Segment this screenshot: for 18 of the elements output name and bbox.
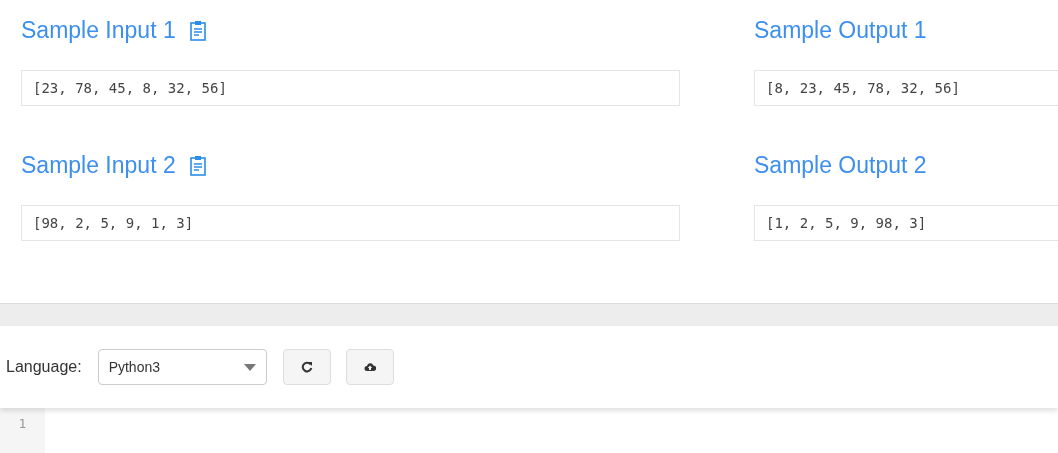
section-heading: Sample Input 2 bbox=[21, 151, 176, 179]
line-number: 1 bbox=[18, 416, 27, 431]
section-heading: Sample Input 1 bbox=[21, 16, 176, 44]
upload-button[interactable] bbox=[345, 349, 394, 385]
clipboard-icon[interactable] bbox=[189, 19, 206, 41]
language-select[interactable]: Python3 bbox=[97, 349, 267, 385]
sample-box: [23, 78, 45, 8, 32, 56] bbox=[21, 70, 680, 106]
sample-box: [8, 23, 45, 78, 32, 56] bbox=[754, 70, 1058, 106]
language-label: Language: bbox=[6, 358, 82, 376]
caret-icon bbox=[243, 363, 256, 371]
clipboard-icon[interactable] bbox=[189, 154, 206, 176]
sample-box: [98, 2, 5, 9, 1, 3] bbox=[21, 205, 680, 241]
cloud-upload-icon bbox=[363, 361, 376, 373]
reset-button[interactable] bbox=[282, 349, 331, 385]
section-heading: Sample Output 1 bbox=[754, 16, 927, 44]
section-heading: Sample Output 2 bbox=[754, 151, 927, 179]
refresh-icon bbox=[300, 361, 313, 373]
sample-box: [1, 2, 5, 9, 98, 3] bbox=[754, 205, 1058, 241]
